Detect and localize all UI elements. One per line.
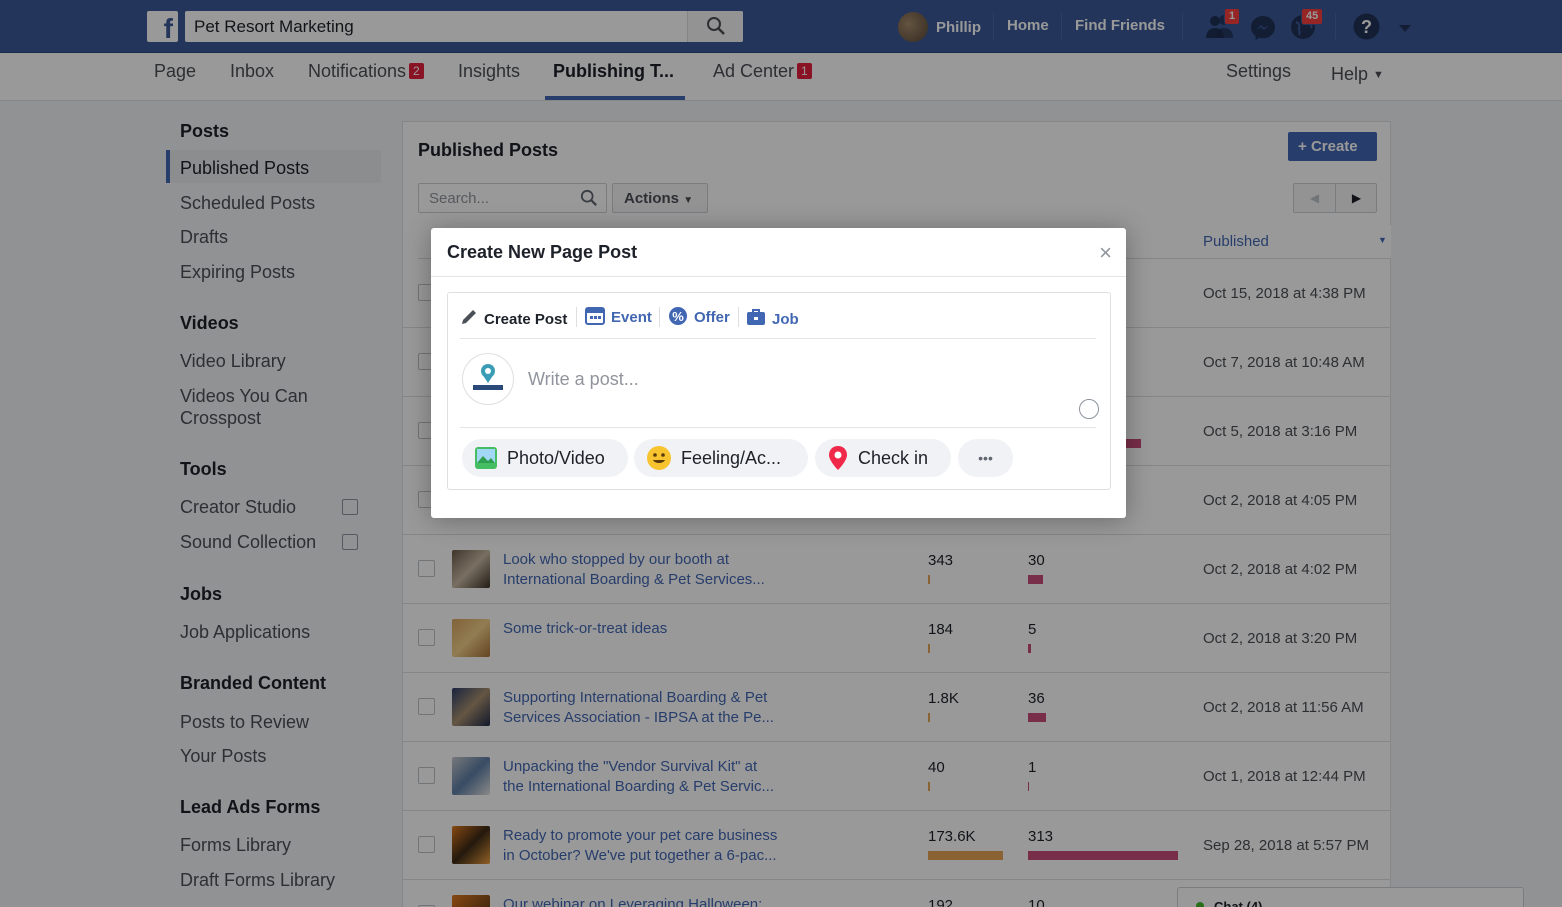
check-in-label: Check in xyxy=(858,447,929,468)
location-pin-icon xyxy=(829,446,847,470)
photo-video-button[interactable]: Photo/Video xyxy=(462,439,628,477)
tab-offer[interactable]: % Offer xyxy=(668,305,730,326)
more-options-button[interactable]: ••• xyxy=(958,439,1013,477)
tab-job-label: Job xyxy=(772,311,799,328)
emoji-icon[interactable] xyxy=(1079,399,1099,419)
divider xyxy=(460,338,1096,339)
svg-text:%: % xyxy=(672,309,684,324)
more-icon: ••• xyxy=(978,450,993,466)
divider xyxy=(431,276,1126,277)
pencil-icon xyxy=(462,309,476,324)
photo-video-label: Photo/Video xyxy=(507,447,605,468)
briefcase-icon xyxy=(747,308,765,325)
tab-job[interactable]: Job xyxy=(746,305,799,328)
close-icon[interactable]: × xyxy=(1099,240,1112,266)
divider xyxy=(460,427,1096,428)
page-avatar xyxy=(462,353,514,405)
check-in-button[interactable]: Check in xyxy=(815,439,951,477)
tab-offer-label: Offer xyxy=(694,309,730,326)
smiley-icon xyxy=(647,446,671,470)
tab-event-label: Event xyxy=(611,309,652,326)
offer-icon: % xyxy=(669,306,687,325)
tab-event[interactable]: Event xyxy=(585,305,652,326)
feeling-label: Feeling/Ac... xyxy=(681,447,782,468)
tab-create-post-label: Create Post xyxy=(484,311,568,328)
calendar-icon xyxy=(585,306,605,325)
create-post-dialog: Create New Page Post × Create Post Event… xyxy=(431,228,1126,518)
photo-icon xyxy=(475,447,497,469)
post-composer: Create Post Event % Offer Job Write a po… xyxy=(447,292,1111,490)
dialog-title: Create New Page Post xyxy=(447,242,638,262)
paw-logo-icon xyxy=(473,364,503,390)
tab-create-post[interactable]: Create Post xyxy=(460,305,567,328)
feeling-activity-button[interactable]: Feeling/Ac... xyxy=(634,439,808,477)
post-text-input[interactable]: Write a post... xyxy=(528,369,639,390)
